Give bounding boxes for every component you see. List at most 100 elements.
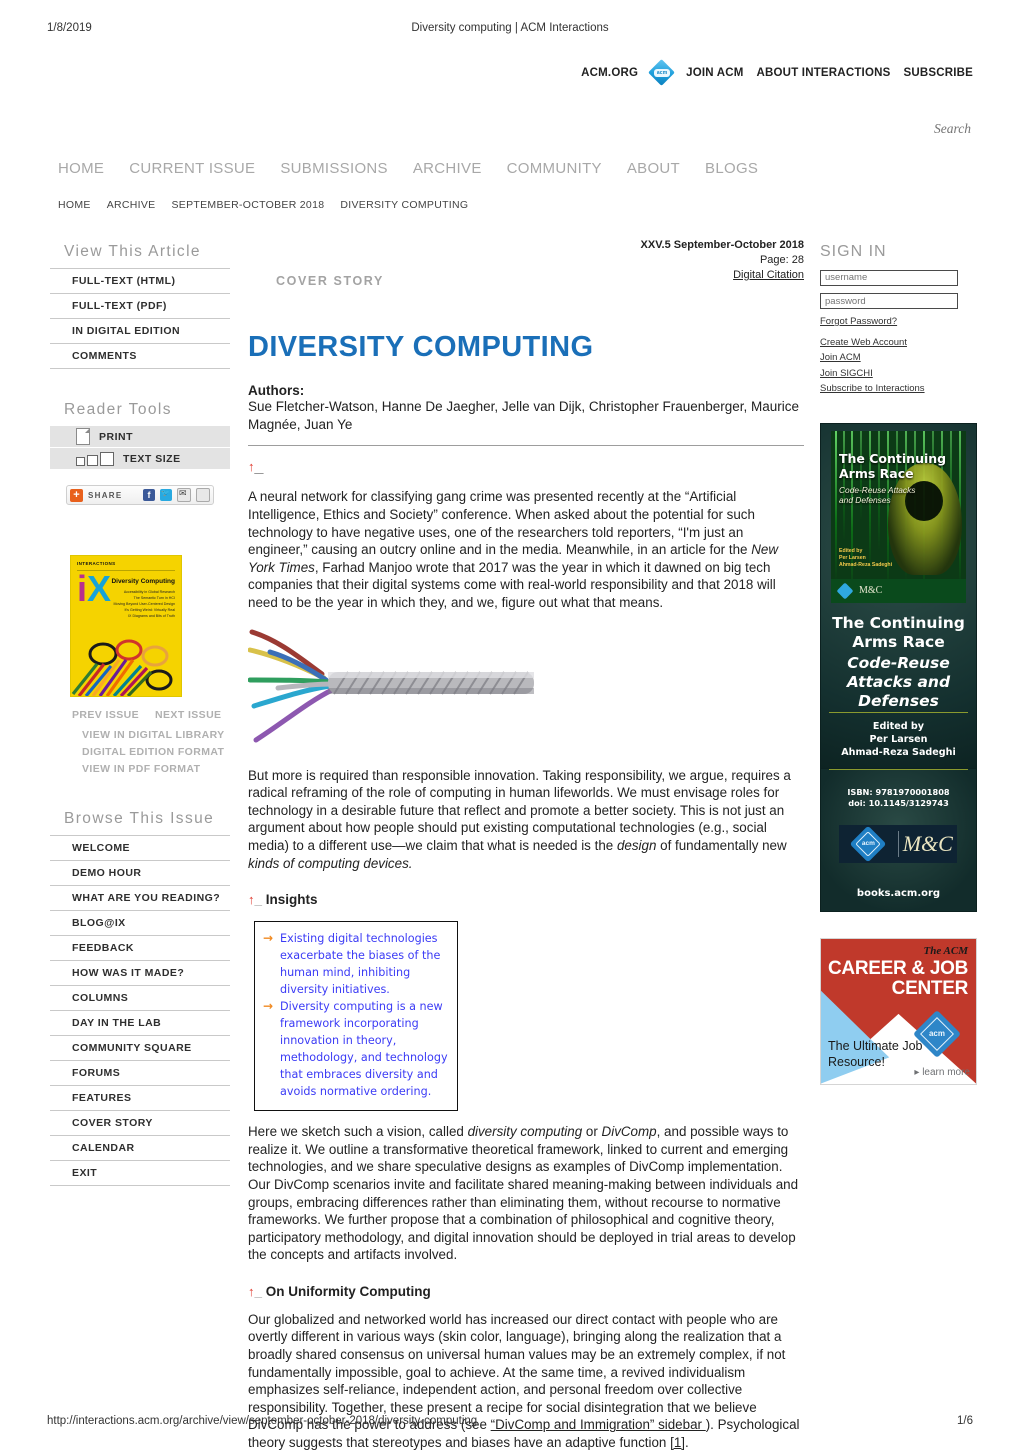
breadcrumb-article[interactable]: DIVERSITY COMPUTING — [340, 199, 468, 211]
issue-cover-thumbnail[interactable]: INTERACTIONS iX Diversity Computing Acce… — [70, 555, 182, 697]
article-kicker: COVER STORY — [276, 274, 384, 288]
browse-item-calendar[interactable]: CALENDAR — [50, 1136, 230, 1161]
share-bar[interactable]: + SHARE f — [66, 485, 214, 505]
browse-item-cover-story[interactable]: COVER STORY — [50, 1111, 230, 1136]
nav-submissions[interactable]: SUBMISSIONS — [280, 160, 388, 177]
paragraph-3-emphasis-2: DivComp — [601, 1124, 657, 1140]
util-nav-join-acm[interactable]: JOIN ACM — [686, 67, 743, 79]
sign-in-title: SIGN IN — [820, 243, 887, 260]
view-article-item-digital-edition[interactable]: IN DIGITAL EDITION — [50, 319, 230, 344]
browse-item-blog-ix[interactable]: BLOG@IX — [50, 911, 230, 936]
ad-cover-title: The Continuing Arms Race — [839, 450, 947, 481]
paragraph-3-part-c: , and possible ways to realize it. We ou… — [248, 1124, 799, 1263]
paragraph-3-part-a: Here we sketch such a vision, called — [248, 1124, 468, 1140]
more-share-icon[interactable] — [196, 488, 210, 502]
browse-item-what-are-you-reading[interactable]: WHAT ARE YOU READING? — [50, 886, 230, 911]
paragraph-1-part-a: A neural network for classifying gang cr… — [248, 489, 755, 558]
nav-archive[interactable]: ARCHIVE — [413, 160, 482, 177]
nav-home[interactable]: HOME — [58, 160, 104, 177]
util-nav-acm-org[interactable]: ACM.ORG — [581, 67, 638, 79]
username-field[interactable] — [820, 269, 958, 286]
left-sidebar: View This Article FULL-TEXT (HTML) FULL-… — [50, 243, 230, 1186]
browse-issue: Browse This Issue WELCOME DEMO HOUR WHAT… — [50, 810, 230, 1186]
footer-page-number: 1/6 — [957, 1415, 973, 1427]
article-page-line: Page: 28 — [759, 254, 804, 266]
browse-item-forums[interactable]: FORUMS — [50, 1061, 230, 1086]
addthis-plus-icon[interactable]: + — [70, 488, 83, 502]
nav-about[interactable]: ABOUT — [627, 160, 680, 177]
print-button[interactable]: PRINT — [50, 426, 230, 448]
ad-arms-race-lower[interactable]: ISBN: 9781970001808 doi: 10.1145/3129743… — [820, 768, 977, 912]
search-input[interactable] — [779, 120, 973, 138]
nav-current-issue[interactable]: CURRENT ISSUE — [129, 160, 255, 177]
ad-divider-bottom — [829, 768, 968, 770]
career-ad-learn-more-link[interactable]: ▸ learn more — [914, 1067, 970, 1078]
digital-edition-format-link[interactable]: DIGITAL EDITION FORMAT — [82, 746, 230, 758]
password-field[interactable] — [820, 293, 958, 309]
paragraph-1: A neural network for classifying gang cr… — [248, 488, 804, 611]
section-heading-uniformity: ↑_ On Uniformity Computing — [248, 1283, 431, 1299]
view-article-item-fulltext-pdf[interactable]: FULL-TEXT (PDF) — [50, 294, 230, 319]
ad-book-cover: The Continuing Arms Race Code-Reuse Atta… — [831, 430, 966, 603]
subscribe-interactions-link[interactable]: Subscribe to Interactions — [820, 381, 980, 397]
acm-diamond-icon — [836, 582, 854, 599]
ad-books-site[interactable]: books.acm.org — [821, 888, 976, 899]
browse-item-demo-hour[interactable]: DEMO HOUR — [50, 861, 230, 886]
print-label: PRINT — [99, 430, 133, 443]
browse-item-how-was-it-made[interactable]: HOW WAS IT MADE? — [50, 961, 230, 986]
browse-item-welcome[interactable]: WELCOME — [50, 836, 230, 861]
next-issue-link[interactable]: NEXT ISSUE — [155, 709, 221, 721]
breadcrumb-archive[interactable]: ARCHIVE — [107, 199, 156, 211]
digital-citation-link[interactable]: Digital Citation — [733, 269, 804, 281]
ad-isbn-block: ISBN: 9781970001808 doi: 10.1145/3129743 — [821, 787, 976, 810]
browse-item-feedback[interactable]: FEEDBACK — [50, 936, 230, 961]
view-article-item-fulltext-html[interactable]: FULL-TEXT (HTML) — [50, 269, 230, 294]
ad-divider-top — [829, 711, 968, 713]
text-size-button[interactable]: TEXT SIZE — [50, 448, 230, 470]
insight-item-1: Existing digital technologies exacerbate… — [263, 930, 449, 998]
browse-item-features[interactable]: FEATURES — [50, 1086, 230, 1111]
create-web-account-link[interactable]: Create Web Account — [820, 335, 980, 351]
paragraph-2-emphasis-2: kinds of computing devices. — [248, 855, 413, 871]
paragraph-2: But more is required than responsible in… — [248, 767, 804, 873]
browse-item-exit[interactable]: EXIT — [50, 1161, 230, 1186]
search-container — [773, 120, 973, 138]
util-nav-about-interactions[interactable]: ABOUT INTERACTIONS — [757, 67, 891, 79]
insights-heading: ↑_ Insights — [248, 892, 318, 908]
cover-headline: Diversity Computing — [111, 578, 175, 585]
cover-logo-i: i — [77, 568, 88, 609]
ad-career-job-center[interactable]: The ACM CAREER & JOB CENTER The Ultimate… — [820, 937, 977, 1085]
util-nav-subscribe[interactable]: SUBSCRIBE — [903, 67, 973, 79]
ad-arms-race[interactable]: The Continuing Arms Race Code-Reuse Atta… — [820, 422, 977, 769]
paragraph-3-emphasis-1: diversity computing — [467, 1124, 583, 1140]
cover-sublines: Accessibility in Global Research The Sem… — [113, 590, 175, 618]
nav-community[interactable]: COMMUNITY — [507, 160, 602, 177]
reader-tools: Reader Tools PRINT TEXT SIZE + SHARE f — [50, 401, 230, 505]
browse-item-columns[interactable]: COLUMNS — [50, 986, 230, 1011]
twitter-icon[interactable] — [160, 489, 172, 501]
forgot-password-link[interactable]: Forgot Password? — [820, 314, 980, 330]
sign-in-links: Forgot Password? Create Web Account Join… — [820, 314, 980, 397]
browse-item-community-square[interactable]: COMMUNITY SQUARE — [50, 1036, 230, 1061]
join-sigchi-link[interactable]: Join SIGCHI — [820, 366, 980, 382]
article-main: XXV.5 September-October 2018 Page: 28 Di… — [247, 238, 804, 1452]
view-pdf-format-link[interactable]: VIEW IN PDF FORMAT — [82, 763, 230, 775]
browse-item-day-in-the-lab[interactable]: DAY IN THE LAB — [50, 1011, 230, 1036]
breadcrumb-issue[interactable]: SEPTEMBER-OCTOBER 2018 — [171, 199, 324, 211]
divcomp-sidebar-link[interactable]: “DivComp and Immigration” sidebar — [491, 1417, 706, 1432]
acm-logo-block: acm — [839, 825, 898, 862]
paragraph-1-part-b: , Farhad Manjoo wrote that 2017 was the … — [248, 559, 776, 610]
view-article-item-comments[interactable]: COMMENTS — [50, 344, 230, 369]
issue-navigation: PREV ISSUE NEXT ISSUE VIEW IN DIGITAL LI… — [72, 709, 230, 775]
nav-blogs[interactable]: BLOGS — [705, 160, 758, 177]
view-article-list: FULL-TEXT (HTML) FULL-TEXT (PDF) IN DIGI… — [50, 268, 230, 369]
prev-issue-link[interactable]: PREV ISSUE — [72, 709, 139, 721]
acm-logo-icon[interactable]: acm — [648, 59, 676, 86]
facebook-icon[interactable]: f — [143, 489, 155, 501]
view-digital-library-link[interactable]: VIEW IN DIGITAL LIBRARY — [82, 729, 230, 741]
breadcrumb-home[interactable]: HOME — [58, 199, 91, 211]
acm-logo-text: acm — [654, 69, 671, 77]
email-icon[interactable] — [177, 488, 191, 502]
paragraph-2-emphasis-1: design — [616, 837, 657, 853]
join-acm-link[interactable]: Join ACM — [820, 350, 980, 366]
